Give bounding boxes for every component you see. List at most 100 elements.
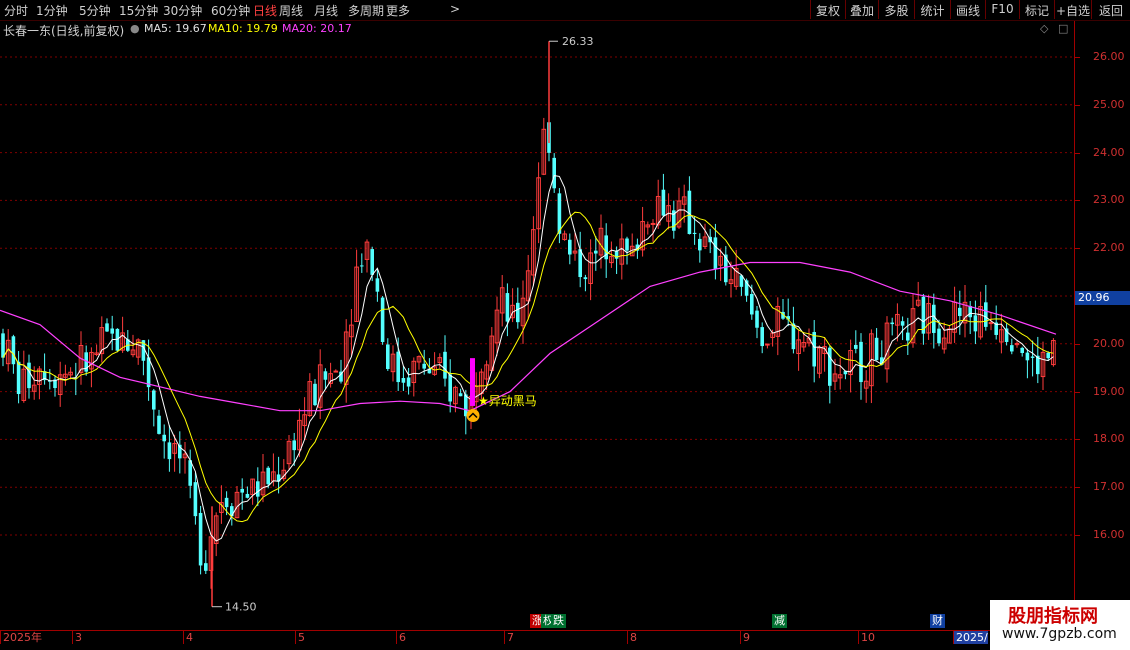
candle-body: [422, 363, 426, 369]
candle-body: [505, 293, 510, 322]
period-tab-3[interactable]: 15分钟: [119, 2, 158, 19]
candle-body: [375, 278, 380, 292]
candle-body: [204, 563, 208, 571]
period-tab-2[interactable]: 5分钟: [79, 2, 111, 19]
candle-body: [874, 337, 879, 361]
candle-body: [1046, 352, 1050, 359]
date-label-4: 6: [396, 631, 406, 644]
toolbar-button-6[interactable]: 标记: [1019, 0, 1054, 19]
candle-body: [292, 440, 296, 451]
chart-title-bar: 长春一东(日线,前复权) ● MA5: 19.67 MA10: 19.79 MA…: [0, 21, 1074, 38]
candle-body: [650, 222, 656, 225]
price-tick-10: 16.00: [1093, 528, 1125, 541]
candle-body: [594, 250, 598, 254]
signal-bar: [470, 358, 475, 406]
event-marker-2[interactable]: 跌: [551, 614, 566, 628]
candle-body: [380, 297, 385, 343]
toolbar-button-7[interactable]: +自选: [1054, 0, 1091, 19]
candle-body: [167, 442, 172, 460]
price-tick-3: 23.00: [1093, 193, 1125, 207]
period-tab-7[interactable]: 周线: [279, 2, 303, 19]
candle-body: [313, 383, 317, 406]
candle-body: [401, 378, 406, 383]
toolbar-button-3[interactable]: 统计: [914, 0, 950, 19]
candle-body: [458, 393, 463, 397]
price-tick-mark: [1075, 439, 1080, 441]
period-tab-6[interactable]: 日线: [253, 2, 277, 19]
date-label-0: 2025年: [0, 631, 42, 644]
toolbar-button-5[interactable]: F10: [985, 0, 1019, 19]
period-tab-1[interactable]: 1分钟: [36, 2, 68, 19]
candle-body: [333, 370, 339, 373]
event-marker-4[interactable]: 财: [930, 614, 945, 628]
candle-body: [765, 343, 770, 346]
candle-body: [557, 193, 562, 234]
date-label-9: 2025/: [953, 631, 988, 644]
period-tab-0[interactable]: 分时: [4, 2, 28, 19]
candle-body: [988, 322, 994, 325]
candle-body: [568, 239, 572, 255]
candle-body: [750, 294, 754, 315]
date-label-2: 4: [183, 631, 193, 644]
period-tab-10[interactable]: 更多: [386, 2, 410, 19]
high-label: 26.33: [562, 37, 594, 48]
price-tick-mark: [1075, 343, 1080, 345]
diamond-icon[interactable]: ◇: [1040, 22, 1048, 35]
price-tick-mark: [1075, 57, 1080, 58]
date-label-7: 9: [740, 631, 750, 644]
chevron-right-icon[interactable]: >: [450, 2, 460, 16]
signal-label: ★异动黑马: [478, 394, 537, 408]
candle-body: [625, 238, 629, 251]
candle-body: [900, 321, 905, 326]
candle-body: [162, 434, 166, 442]
candle-body: [698, 238, 702, 251]
toolbar-button-2[interactable]: 多股: [878, 0, 914, 19]
candle-body: [323, 371, 328, 380]
candle-body: [245, 493, 250, 498]
watermark-url: www.7gpzb.com: [1002, 626, 1117, 642]
ma10-value: MA10: 19.79: [208, 22, 278, 35]
period-tab-8[interactable]: 月线: [314, 2, 338, 19]
candle-body: [1025, 352, 1030, 361]
signal-up-icon: [466, 409, 480, 422]
candle-body: [1, 333, 5, 358]
settings-circle-icon[interactable]: ●: [130, 22, 140, 35]
candle-body: [396, 351, 400, 383]
current-price-badge: 20.96: [1075, 290, 1130, 305]
candle-body: [406, 377, 411, 387]
toolbar-button-1[interactable]: 叠加: [845, 0, 878, 19]
candle-body: [791, 323, 796, 350]
candle-body: [906, 332, 910, 341]
price-tick-mark: [1075, 487, 1080, 489]
square-icon[interactable]: □: [1058, 22, 1068, 35]
price-tick-mark: [1075, 104, 1080, 106]
ma5-value: MA5: 19.67: [144, 22, 207, 35]
toolbar-button-0[interactable]: 复权: [810, 0, 845, 19]
candle-body: [578, 249, 582, 278]
price-tick-7: 19.00: [1093, 384, 1125, 398]
candle-body: [1030, 356, 1035, 358]
price-tick-mark: [1075, 248, 1080, 250]
candle-body: [224, 497, 229, 508]
ma5-line: [2, 175, 1054, 542]
price-tick-mark: [1075, 391, 1080, 393]
candle-body: [692, 232, 697, 234]
toolbar-button-4[interactable]: 画线: [950, 0, 985, 19]
candle-body: [146, 357, 151, 388]
watermark-title: 股朋指标网: [1008, 606, 1098, 627]
candle-body: [198, 512, 203, 566]
period-tab-4[interactable]: 30分钟: [163, 2, 202, 19]
event-marker-3[interactable]: 减: [772, 614, 787, 628]
price-tick-9: 17.00: [1093, 480, 1125, 494]
date-axis: 2025年 3 4 5 6 7 8 9 10 2025/: [0, 630, 1074, 645]
period-tab-9[interactable]: 多周期: [348, 2, 384, 19]
period-tab-5[interactable]: 60分钟: [211, 2, 250, 19]
watermark: 股朋指标网 www.7gpzb.com: [990, 600, 1130, 650]
candle-body: [386, 344, 390, 369]
toolbar-button-8[interactable]: 返回: [1091, 0, 1130, 19]
candle-body: [552, 157, 556, 189]
candle-body: [854, 344, 858, 349]
candlestick-chart[interactable]: ★异动黑马 26.33 14.50: [0, 37, 1074, 630]
candle-body: [755, 310, 759, 328]
candle-body: [984, 302, 988, 327]
